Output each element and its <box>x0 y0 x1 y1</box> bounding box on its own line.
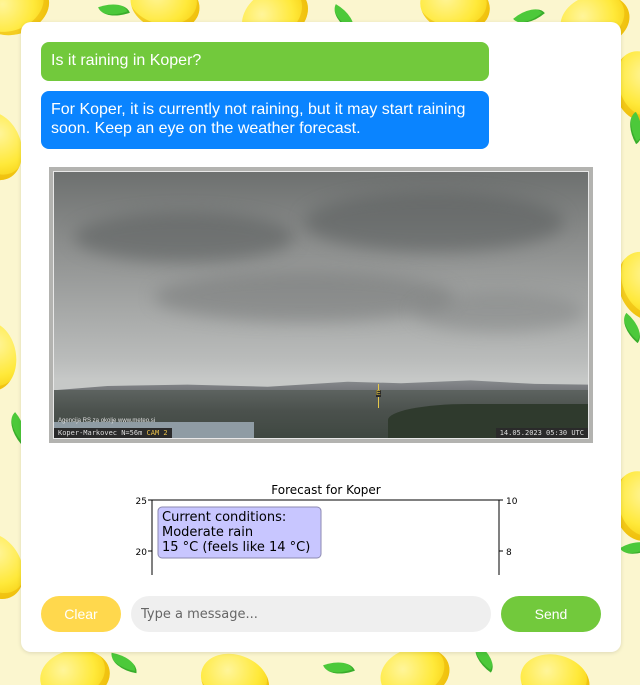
clear-button[interactable]: Clear <box>41 596 121 632</box>
right-axis-tick: 10 <box>506 497 518 507</box>
camera-location-text: Koper-Markovec N=56m <box>58 429 147 437</box>
current-conditions-description: Moderate rain <box>162 525 253 540</box>
webcam-image: E Agencija RS za okolje www.meteo.si Kop… <box>49 167 593 443</box>
camera-id-text: CAM 2 <box>146 429 168 437</box>
chart-title: Forecast for Koper <box>271 483 381 497</box>
left-axis-tick: 25 <box>136 497 147 507</box>
forecast-chart: Forecast for Koper 25 20 10 8 Current co… <box>49 480 593 575</box>
assistant-message: For Koper, it is currently not raining, … <box>41 91 489 149</box>
right-axis-tick: 8 <box>506 548 512 558</box>
chat-panel: Is it raining in Koper? For Koper, it is… <box>21 22 621 652</box>
current-conditions-temperature: 15 °C (feels like 14 °C) <box>162 540 310 555</box>
user-message: Is it raining in Koper? <box>41 42 489 81</box>
message-input-bar: Clear Send <box>41 596 601 632</box>
current-conditions-heading: Current conditions: <box>162 510 286 525</box>
center-marker-label: E <box>376 390 381 397</box>
left-axis-tick: 20 <box>136 548 148 558</box>
agency-watermark: Agencija RS za okolje www.meteo.si <box>58 418 156 424</box>
message-input[interactable] <box>131 596 491 632</box>
camera-timestamp: 14.05.2023 05:30 UTC <box>495 428 588 438</box>
send-button[interactable]: Send <box>501 596 601 632</box>
camera-location-label: Koper-Markovec N=56m CAM 2 <box>54 428 172 438</box>
